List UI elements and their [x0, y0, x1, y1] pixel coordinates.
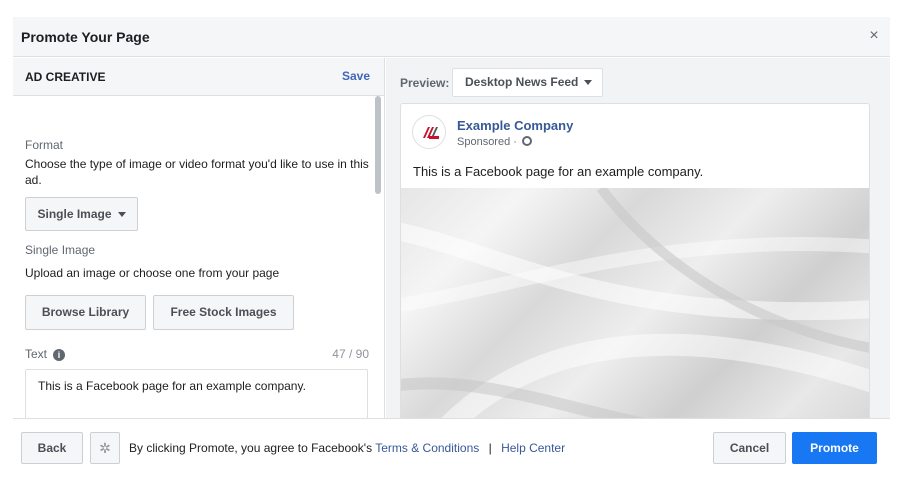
- ad-creative-header: AD CREATIVE Save: [13, 58, 384, 96]
- dialog-header: Promote Your Page ×: [13, 17, 890, 57]
- ad-preview-image: [401, 188, 869, 418]
- free-stock-images-button[interactable]: Free Stock Images: [153, 295, 294, 330]
- ad-creative-title: AD CREATIVE: [25, 70, 106, 84]
- format-description: Choose the type of image or video format…: [25, 157, 369, 187]
- text-counter: 47 / 90: [332, 347, 369, 361]
- dialog-footer: Back ✲ By clicking Promote, you agree to…: [13, 418, 890, 475]
- format-dropdown-label: Single Image: [37, 207, 112, 221]
- terms-link[interactable]: Terms & Conditions: [375, 441, 479, 455]
- caret-down-icon: [117, 212, 126, 218]
- placement-dropdown[interactable]: Desktop News Feed: [452, 68, 603, 97]
- text-label: Text: [25, 347, 48, 361]
- save-button[interactable]: Save: [342, 69, 370, 83]
- caret-down-icon: [584, 80, 593, 86]
- sponsored-label: Sponsored ·: [457, 136, 532, 148]
- close-icon[interactable]: ×: [864, 26, 884, 46]
- ad-text-input[interactable]: This is a Facebook page for an example c…: [25, 369, 368, 418]
- cancel-button[interactable]: Cancel: [713, 432, 786, 464]
- browse-library-button[interactable]: Browse Library: [25, 295, 146, 330]
- format-label: Format: [25, 138, 64, 152]
- ad-preview-card: Example Company Sponsored · This is a Fa…: [400, 103, 870, 418]
- terms-notice: By clicking Promote, you agree to Facebo…: [129, 441, 565, 455]
- help-center-link[interactable]: Help Center: [501, 441, 565, 455]
- single-image-label: Single Image: [25, 243, 96, 257]
- globe-icon: [522, 136, 532, 146]
- ad-creative-panel: AD CREATIVE Save Format Choose the type …: [13, 58, 385, 418]
- promote-button[interactable]: Promote: [792, 432, 877, 464]
- dialog-title: Promote Your Page: [21, 29, 150, 45]
- back-button[interactable]: Back: [21, 432, 83, 464]
- footer-separator: |: [488, 441, 492, 455]
- gear-icon[interactable]: ✲: [90, 432, 120, 464]
- promote-dialog: Promote Your Page × AD CREATIVE Save For…: [13, 17, 890, 475]
- company-logo: [412, 115, 446, 149]
- post-text: This is a Facebook page for an example c…: [413, 164, 704, 179]
- info-icon[interactable]: i: [53, 349, 66, 361]
- company-name-link[interactable]: Example Company: [457, 118, 573, 133]
- sponsored-text: Sponsored ·: [457, 136, 517, 148]
- placement-label: Desktop News Feed: [465, 75, 579, 89]
- format-dropdown[interactable]: Single Image: [25, 197, 138, 231]
- preview-panel: Preview: Desktop News Feed Example Compa…: [386, 58, 890, 418]
- panel-scrollbar[interactable]: [375, 96, 381, 194]
- agree-text: By clicking Promote, you agree to Facebo…: [129, 441, 373, 455]
- text-field-label: Text i: [25, 347, 66, 361]
- single-image-description: Upload an image or choose one from your …: [25, 266, 280, 280]
- preview-label: Preview:: [400, 76, 450, 90]
